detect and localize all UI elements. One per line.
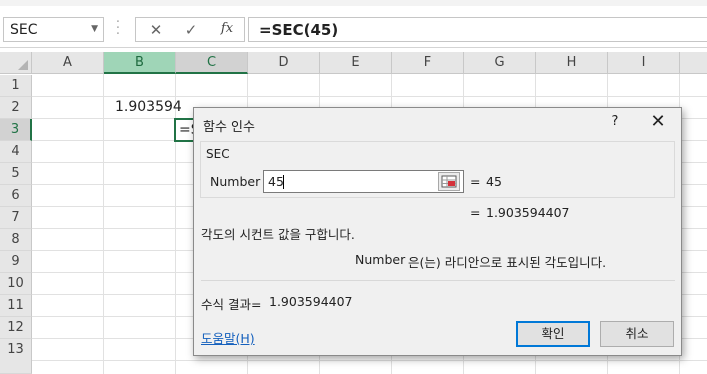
formula-result-label: 수식 결과= — [201, 297, 262, 312]
row-header-10[interactable]: 10 — [0, 273, 32, 295]
row-header-3[interactable]: 3 — [0, 119, 32, 141]
row-header-12[interactable]: 12 — [0, 317, 32, 339]
row-header-8[interactable]: 8 — [0, 229, 32, 251]
grid-line — [103, 74, 104, 374]
function-name-label: SEC — [206, 147, 230, 161]
column-header-a[interactable]: A — [32, 52, 104, 74]
confirm-entry-button[interactable]: ✓ — [179, 21, 203, 39]
cancel-entry-button[interactable]: ✕ — [144, 21, 168, 39]
row-header-5[interactable]: 5 — [0, 163, 32, 185]
column-header-h[interactable]: H — [536, 52, 608, 74]
row-header-13[interactable]: 13 — [0, 339, 32, 374]
close-icon[interactable]: ✕ — [648, 111, 668, 132]
select-all-triangle-icon — [18, 60, 28, 70]
argument-description-text: 은(는) 라디안으로 표시된 각도입니다. — [408, 255, 607, 270]
formula-text: =SEC(45) — [259, 21, 339, 39]
column-header-i[interactable]: I — [608, 52, 680, 74]
row-header-7[interactable]: 7 — [0, 207, 32, 229]
insert-function-button[interactable]: fx — [215, 21, 239, 39]
column-header-d[interactable]: D — [248, 52, 320, 74]
help-link[interactable]: 도움말(H) — [201, 328, 255, 347]
column-header-g[interactable]: G — [464, 52, 536, 74]
select-all-button[interactable] — [0, 52, 32, 74]
argument-equals: = — [470, 174, 481, 189]
chevron-down-icon[interactable]: ▼ — [91, 24, 98, 34]
row-header-2[interactable]: 2 — [0, 97, 32, 119]
formula-input[interactable]: =SEC(45) — [248, 17, 707, 42]
function-arguments-dialog: 함수 인수 ? ✕ SEC Number 45 = 45 = 1.9035944… — [193, 107, 682, 356]
formula-buttons: ✕ ✓ fx — [135, 17, 245, 42]
column-header-partial — [680, 52, 707, 74]
row-header-11[interactable]: 11 — [0, 295, 32, 317]
name-box[interactable]: SEC ▼ — [3, 17, 104, 42]
formula-result-value: 1.903594407 — [269, 294, 353, 309]
dialog-title: 함수 인수 — [203, 120, 255, 135]
column-header-f[interactable]: F — [392, 52, 464, 74]
formula-bar: SEC ▼ · · · ✕ ✓ fx =SEC(45) — [0, 6, 707, 48]
column-header-e[interactable]: E — [320, 52, 392, 74]
column-header-c[interactable]: C — [176, 52, 248, 74]
cancel-button[interactable]: 취소 — [600, 321, 674, 347]
number-argument-label: Number — [210, 174, 261, 189]
column-header-b[interactable]: B — [104, 52, 176, 74]
grid-line — [32, 96, 707, 97]
row-header-9[interactable]: 9 — [0, 251, 32, 273]
argument-description-name: Number — [355, 252, 406, 267]
number-argument-value: 45 — [268, 174, 284, 189]
grid-line — [32, 360, 707, 361]
cell-b2[interactable]: 1.903594 — [115, 99, 182, 115]
row-header-4[interactable]: 4 — [0, 141, 32, 163]
function-equals: = — [470, 205, 481, 220]
help-icon[interactable]: ? — [607, 114, 623, 129]
argument-result: 45 — [486, 174, 502, 189]
text-caret — [283, 175, 284, 189]
name-box-value: SEC — [10, 22, 38, 38]
row-header-6[interactable]: 6 — [0, 185, 32, 207]
divider — [201, 280, 675, 281]
function-result: 1.903594407 — [486, 205, 570, 220]
ok-button[interactable]: 확인 — [516, 321, 590, 347]
row-header-1[interactable]: 1 — [0, 75, 32, 97]
more-options-icon[interactable]: · · · — [115, 16, 121, 41]
function-description: 각도의 시컨트 값을 구합니다. — [201, 227, 355, 242]
number-argument-input[interactable]: 45 — [263, 170, 464, 193]
range-select-graphic — [441, 175, 457, 188]
range-select-icon[interactable] — [438, 172, 460, 191]
